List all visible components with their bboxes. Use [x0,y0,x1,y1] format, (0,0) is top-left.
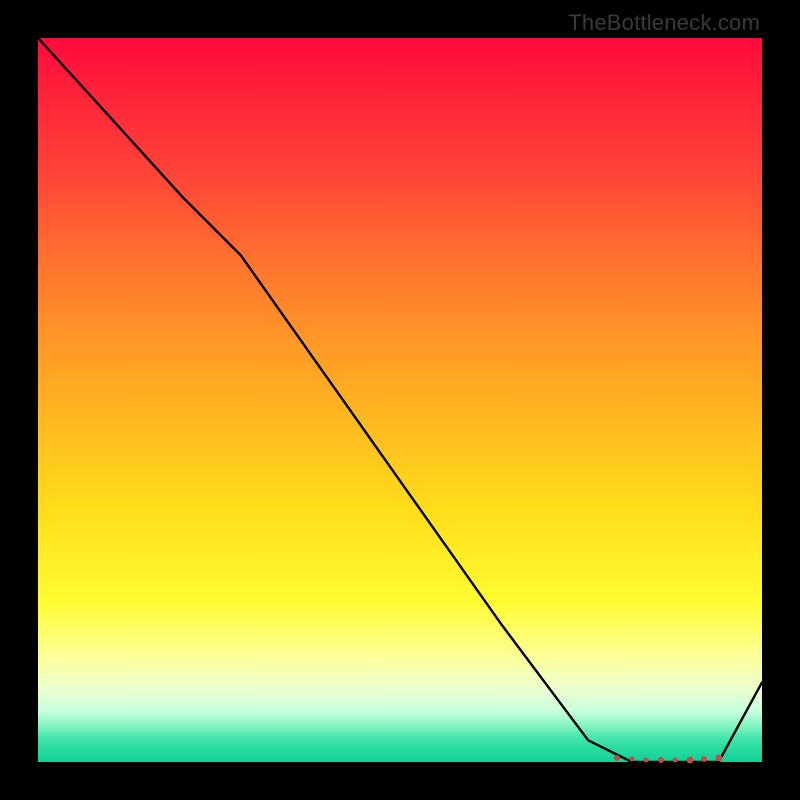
marker-dot [673,757,678,762]
curve-svg [38,38,762,762]
marker-dot [614,755,620,761]
marker-cluster [38,38,762,762]
marker-dot [658,757,664,763]
marker-dot [644,757,649,762]
marker-dot [629,757,634,762]
curve-path [38,38,762,762]
plot-area [38,38,762,762]
marker-dot [701,756,707,762]
chart-container: TheBottleneck.com [0,0,800,800]
marker-dot [686,756,693,763]
marker-dot [715,755,722,762]
watermark-text: TheBottleneck.com [568,10,760,36]
